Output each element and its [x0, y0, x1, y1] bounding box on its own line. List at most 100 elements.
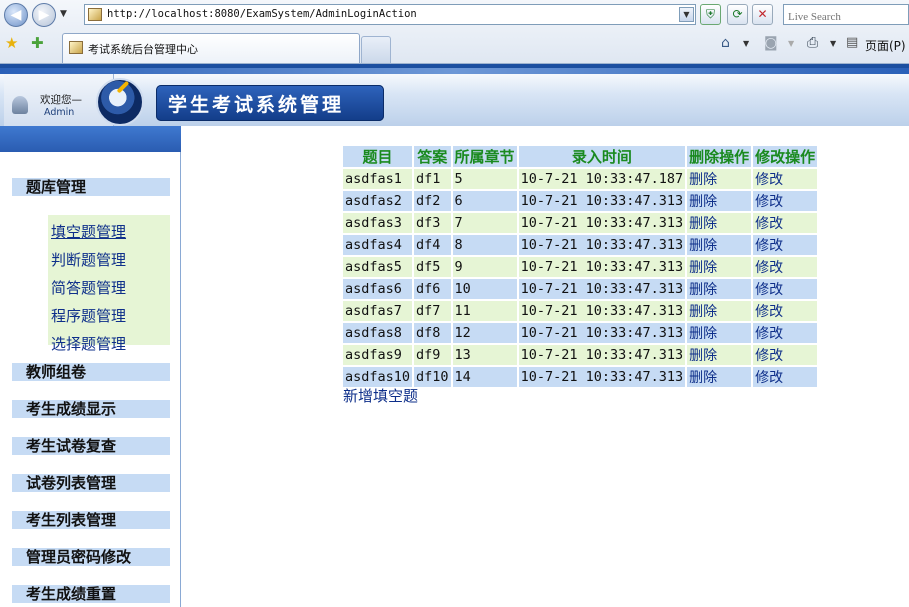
address-text[interactable]: http://localhost:8080/ExamSystem/AdminLo…: [107, 8, 417, 20]
sub-item-program[interactable]: 程序题管理: [51, 307, 126, 325]
cell-time: 10-7-21 10:33:47.313: [518, 257, 686, 277]
main-content: 题目 答案 所属章节 录入时间 删除操作 修改操作 asdfas1 df1 5 10-…: [182, 126, 909, 607]
add-fill-blank-link[interactable]: 新增填空题: [343, 385, 418, 406]
delete-link[interactable]: 删除: [687, 235, 752, 255]
edit-link[interactable]: 修改: [753, 367, 818, 387]
search-box[interactable]: [783, 4, 909, 27]
cell-time: 10-7-21 10:33:47.313: [518, 235, 686, 255]
delete-link[interactable]: 删除: [687, 301, 752, 321]
page-icon: [88, 8, 102, 21]
edit-link[interactable]: 修改: [753, 345, 818, 365]
delete-link[interactable]: 删除: [687, 191, 752, 211]
refresh-icon[interactable]: ⟳: [727, 4, 748, 25]
menu-student-list[interactable]: 考生列表管理: [12, 511, 170, 529]
delete-link[interactable]: 删除: [687, 213, 752, 233]
cell-chapter: 8: [452, 235, 517, 255]
print-dropdown-icon[interactable]: ▼: [830, 40, 836, 48]
col-answer: 答案: [414, 146, 451, 167]
stop-icon[interactable]: ✕: [752, 4, 773, 25]
edit-link[interactable]: 修改: [753, 257, 818, 277]
welcome-username: Admin: [44, 107, 75, 118]
cell-time: 10-7-21 10:33:47.313: [518, 279, 686, 299]
table-row: asdfas1 df1 5 10-7-21 10:33:47.187 删除 修改: [343, 169, 818, 189]
shield-icon[interactable]: ⛨: [700, 4, 721, 25]
sidebar-header-bar: [0, 126, 181, 152]
table-row: asdfas3 df3 7 10-7-21 10:33:47.313 删除 修改: [343, 213, 818, 233]
feeds-icon[interactable]: ◙: [764, 36, 778, 50]
col-chapter: 所属章节: [452, 146, 517, 167]
cell-chapter: 14: [452, 367, 517, 387]
cell-time: 10-7-21 10:33:47.313: [518, 191, 686, 211]
table-row: asdfas4 df4 8 10-7-21 10:33:47.313 删除 修改: [343, 235, 818, 255]
sub-item-true-false[interactable]: 判断题管理: [51, 251, 126, 269]
app-header: 欢迎您— Admin 学生考试系统管理: [0, 64, 909, 126]
new-tab-button[interactable]: [361, 36, 391, 63]
address-bar[interactable]: http://localhost:8080/ExamSystem/AdminLo…: [84, 4, 696, 25]
header-stripe: [0, 68, 909, 74]
menu-score-display[interactable]: 考生成绩显示: [12, 400, 170, 418]
delete-link[interactable]: 删除: [687, 323, 752, 343]
cell-chapter: 12: [452, 323, 517, 343]
page-menu-label[interactable]: 页面(P): [865, 37, 906, 54]
address-dropdown-icon[interactable]: ▼: [679, 7, 694, 22]
col-time: 录入时间: [518, 146, 686, 167]
table-row: asdfas2 df2 6 10-7-21 10:33:47.313 删除 修改: [343, 191, 818, 211]
feeds-dropdown-icon[interactable]: ▼: [788, 40, 794, 48]
cell-time: 10-7-21 10:33:47.313: [518, 367, 686, 387]
cell-chapter: 5: [452, 169, 517, 189]
edit-link[interactable]: 修改: [753, 235, 818, 255]
menu-paper-review[interactable]: 考生试卷复查: [12, 437, 170, 455]
sub-item-fill-blank[interactable]: 填空题管理: [51, 223, 126, 241]
tab-admin-center[interactable]: 考试系统后台管理中心: [62, 33, 360, 63]
cell-chapter: 9: [452, 257, 517, 277]
cell-answer: df5: [414, 257, 451, 277]
sub-item-choice[interactable]: 选择题管理: [51, 335, 126, 353]
cell-title: asdfas10: [343, 367, 413, 387]
menu-question-bank[interactable]: 题库管理: [12, 178, 170, 196]
cell-title: asdfas7: [343, 301, 413, 321]
delete-link[interactable]: 删除: [687, 279, 752, 299]
menu-paper-list[interactable]: 试卷列表管理: [12, 474, 170, 492]
recent-pages-dropdown[interactable]: ▼: [60, 9, 67, 19]
edit-link[interactable]: 修改: [753, 323, 818, 343]
cell-answer: df6: [414, 279, 451, 299]
table-row: asdfas6 df6 10 10-7-21 10:33:47.313 删除 修改: [343, 279, 818, 299]
home-dropdown-icon[interactable]: ▼: [743, 40, 749, 48]
edit-link[interactable]: 修改: [753, 169, 818, 189]
sub-item-short-answer[interactable]: 简答题管理: [51, 279, 126, 297]
back-arrow-icon[interactable]: ◀: [4, 3, 28, 27]
cell-title: asdfas1: [343, 169, 413, 189]
delete-link[interactable]: 删除: [687, 257, 752, 277]
table-row: asdfas9 df9 13 10-7-21 10:33:47.313 删除 修改: [343, 345, 818, 365]
cell-answer: df2: [414, 191, 451, 211]
edit-link[interactable]: 修改: [753, 279, 818, 299]
app-title: 学生考试系统管理: [168, 94, 345, 116]
user-icon: [12, 96, 28, 114]
page-menu-icon[interactable]: ▤: [846, 36, 858, 49]
edit-link[interactable]: 修改: [753, 301, 818, 321]
search-input[interactable]: [784, 7, 908, 27]
browser-chrome: ◀ ▶ ▼ http://localhost:8080/ExamSystem/A…: [0, 0, 909, 64]
forward-arrow-icon[interactable]: ▶: [32, 3, 56, 27]
cell-answer: df7: [414, 301, 451, 321]
cell-title: asdfas2: [343, 191, 413, 211]
col-edit: 修改操作: [753, 146, 818, 167]
cell-title: asdfas5: [343, 257, 413, 277]
delete-link[interactable]: 删除: [687, 345, 752, 365]
add-favorites-icon[interactable]: ✚: [31, 36, 44, 51]
edit-link[interactable]: 修改: [753, 191, 818, 211]
menu-teacher-compose[interactable]: 教师组卷: [12, 363, 170, 381]
menu-password-change[interactable]: 管理员密码修改: [12, 548, 170, 566]
delete-link[interactable]: 删除: [687, 367, 752, 387]
home-icon[interactable]: ⌂: [721, 36, 730, 50]
delete-link[interactable]: 删除: [687, 169, 752, 189]
cell-title: asdfas6: [343, 279, 413, 299]
cell-answer: df4: [414, 235, 451, 255]
tab-page-icon: [69, 41, 83, 54]
menu-score-reset[interactable]: 考生成绩重置: [12, 585, 170, 603]
favorites-star-icon[interactable]: ★: [5, 36, 18, 51]
cell-time: 10-7-21 10:33:47.313: [518, 301, 686, 321]
edit-link[interactable]: 修改: [753, 213, 818, 233]
cell-time: 10-7-21 10:33:47.313: [518, 213, 686, 233]
print-icon[interactable]: ⎙: [807, 36, 818, 50]
